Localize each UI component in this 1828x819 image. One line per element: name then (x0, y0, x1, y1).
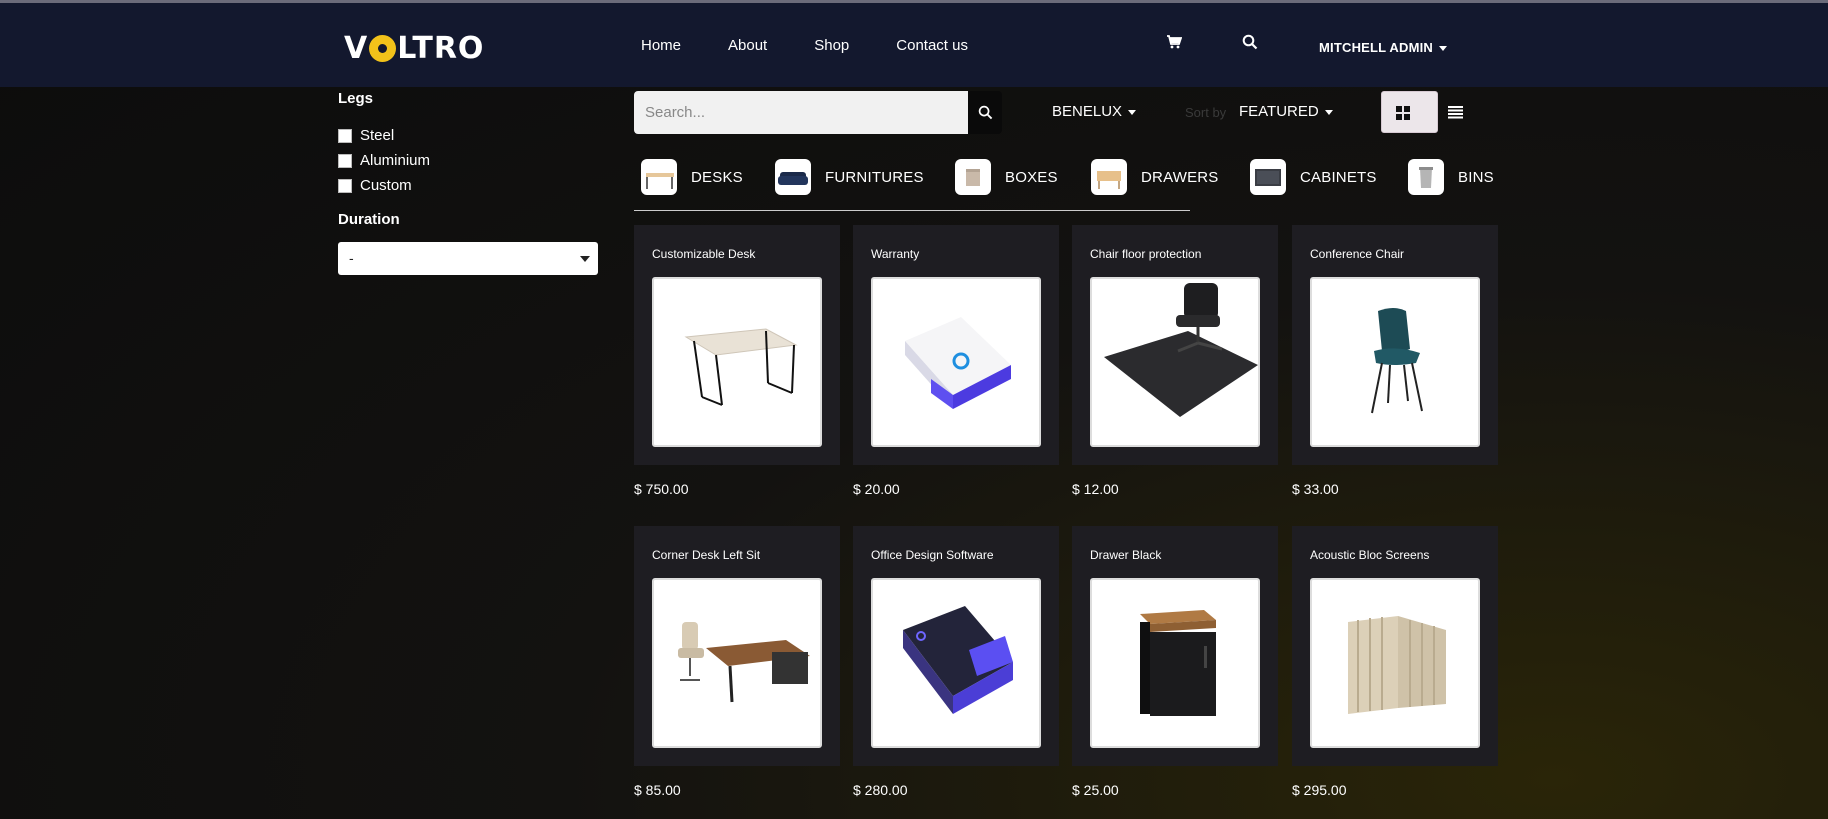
legs-option-aluminium[interactable]: Aluminium (338, 148, 598, 173)
product-card-corner-desk[interactable]: Corner Desk Left Sit (634, 526, 840, 766)
checkbox[interactable] (338, 153, 352, 168)
sortby-dropdown[interactable]: FEATURED (1239, 103, 1333, 120)
product-image-software-box[interactable] (871, 578, 1041, 748)
product-price: $ 750.00 (634, 481, 689, 497)
product-card-conference-chair[interactable]: Conference Chair (1292, 225, 1498, 465)
user-name: MITCHELL ADMIN (1319, 40, 1434, 55)
nav-contact[interactable]: Contact us (896, 37, 968, 54)
option-label: Custom (360, 177, 412, 194)
grid-icon (1396, 106, 1410, 120)
category-furnitures[interactable]: FURNITURES (775, 158, 924, 196)
duration-filter-title: Duration (338, 211, 400, 228)
product-image-desk[interactable] (652, 277, 822, 447)
product-card-drawer-black[interactable]: Drawer Black (1072, 526, 1278, 766)
chevron-down-icon (1324, 109, 1333, 115)
legs-filter-title: Legs (338, 90, 374, 107)
nav-home[interactable]: Home (641, 37, 681, 54)
user-menu[interactable]: MITCHELL ADMIN (1319, 40, 1448, 55)
legs-option-custom[interactable]: Custom (338, 173, 598, 198)
main-nav: Home About Shop Contact us (641, 37, 1015, 54)
category-bins[interactable]: BINS (1408, 158, 1494, 196)
category-label: DRAWERS (1141, 168, 1219, 186)
product-price: $ 33.00 (1292, 481, 1339, 497)
category-label: FURNITURES (825, 168, 924, 186)
product-image-warranty[interactable] (871, 277, 1041, 447)
sortby-value: FEATURED (1239, 103, 1319, 120)
grid-view-button[interactable] (1381, 91, 1438, 133)
pricelist-value: BENELUX (1052, 103, 1123, 120)
product-price: $ 12.00 (1072, 481, 1119, 497)
category-label: DESKS (691, 168, 743, 186)
product-image-corner-desk[interactable] (652, 578, 822, 748)
category-drawers[interactable]: DRAWERS (1091, 158, 1219, 196)
product-name: Acoustic Bloc Screens (1310, 548, 1430, 562)
search-button[interactable] (968, 91, 1002, 134)
category-label: CABINETS (1300, 168, 1377, 186)
site-header: V LTRO Home About Shop Contact us MITCHEL… (0, 0, 1828, 87)
nav-about[interactable]: About (728, 37, 767, 54)
drawer-thumbnail (1091, 159, 1127, 195)
product-card-chair-floor-protection[interactable]: Chair floor protection (1072, 225, 1278, 465)
legs-option-steel[interactable]: Steel (338, 123, 598, 148)
sortby-label: Sort by (1185, 105, 1227, 120)
product-name: Customizable Desk (652, 247, 756, 261)
checkbox[interactable] (338, 128, 352, 143)
category-bar: DESKS FURNITURES BOXES DRAWERS CABINETS … (634, 158, 1494, 211)
product-price: $ 25.00 (1072, 782, 1119, 798)
product-name: Office Design Software (871, 548, 994, 562)
category-boxes[interactable]: BOXES (955, 158, 1058, 196)
product-card-customizable-desk[interactable]: Customizable Desk (634, 225, 840, 465)
product-card-office-design-software[interactable]: Office Design Software (853, 526, 1059, 766)
product-image-drawer-black[interactable] (1090, 578, 1260, 748)
chevron-down-icon (580, 256, 590, 262)
product-price: $ 280.00 (853, 782, 908, 798)
product-price: $ 85.00 (634, 782, 681, 798)
desk-thumbnail (641, 159, 677, 195)
product-price: $ 295.00 (1292, 782, 1347, 798)
product-name: Conference Chair (1310, 247, 1405, 261)
option-label: Aluminium (360, 152, 431, 169)
product-price: $ 20.00 (853, 481, 900, 497)
category-cabinets[interactable]: CABINETS (1250, 158, 1377, 196)
cabinet-thumbnail (1250, 159, 1286, 195)
option-label: Steel (360, 127, 395, 144)
box-thumbnail (955, 159, 991, 195)
checkbox[interactable] (338, 178, 352, 193)
product-search (634, 91, 1002, 134)
category-label: BINS (1458, 168, 1494, 186)
product-image-floor-mat[interactable] (1090, 277, 1260, 447)
category-desks[interactable]: DESKS (641, 158, 743, 196)
product-name: Corner Desk Left Sit (652, 548, 761, 562)
product-name: Drawer Black (1090, 548, 1162, 562)
product-image-acoustic-screens[interactable] (1310, 578, 1480, 748)
search-icon (978, 105, 992, 120)
chevron-down-icon (1128, 109, 1137, 115)
nav-shop[interactable]: Shop (814, 37, 849, 54)
search-input[interactable] (634, 91, 969, 134)
duration-select[interactable]: - (338, 242, 598, 275)
pricelist-dropdown[interactable]: BENELUX (1052, 103, 1137, 120)
product-card-acoustic-bloc-screens[interactable]: Acoustic Bloc Screens (1292, 526, 1498, 766)
product-image-chair[interactable] (1310, 277, 1480, 447)
filter-sidebar: Legs Steel Aluminium Custom Duration - (338, 90, 598, 275)
sofa-thumbnail (775, 159, 811, 195)
product-card-warranty[interactable]: Warranty (853, 225, 1059, 465)
chevron-down-icon (1439, 46, 1448, 52)
list-icon (1447, 105, 1463, 118)
cart-icon[interactable] (1166, 34, 1184, 52)
category-label: BOXES (1005, 168, 1058, 186)
voltro-logo[interactable]: V LTRO (344, 31, 484, 66)
list-view-button[interactable] (1438, 91, 1472, 133)
product-name: Chair floor protection (1090, 247, 1202, 261)
search-icon[interactable] (1242, 34, 1260, 52)
duration-value: - (349, 250, 354, 266)
product-name: Warranty (871, 247, 920, 261)
bin-thumbnail (1408, 159, 1444, 195)
